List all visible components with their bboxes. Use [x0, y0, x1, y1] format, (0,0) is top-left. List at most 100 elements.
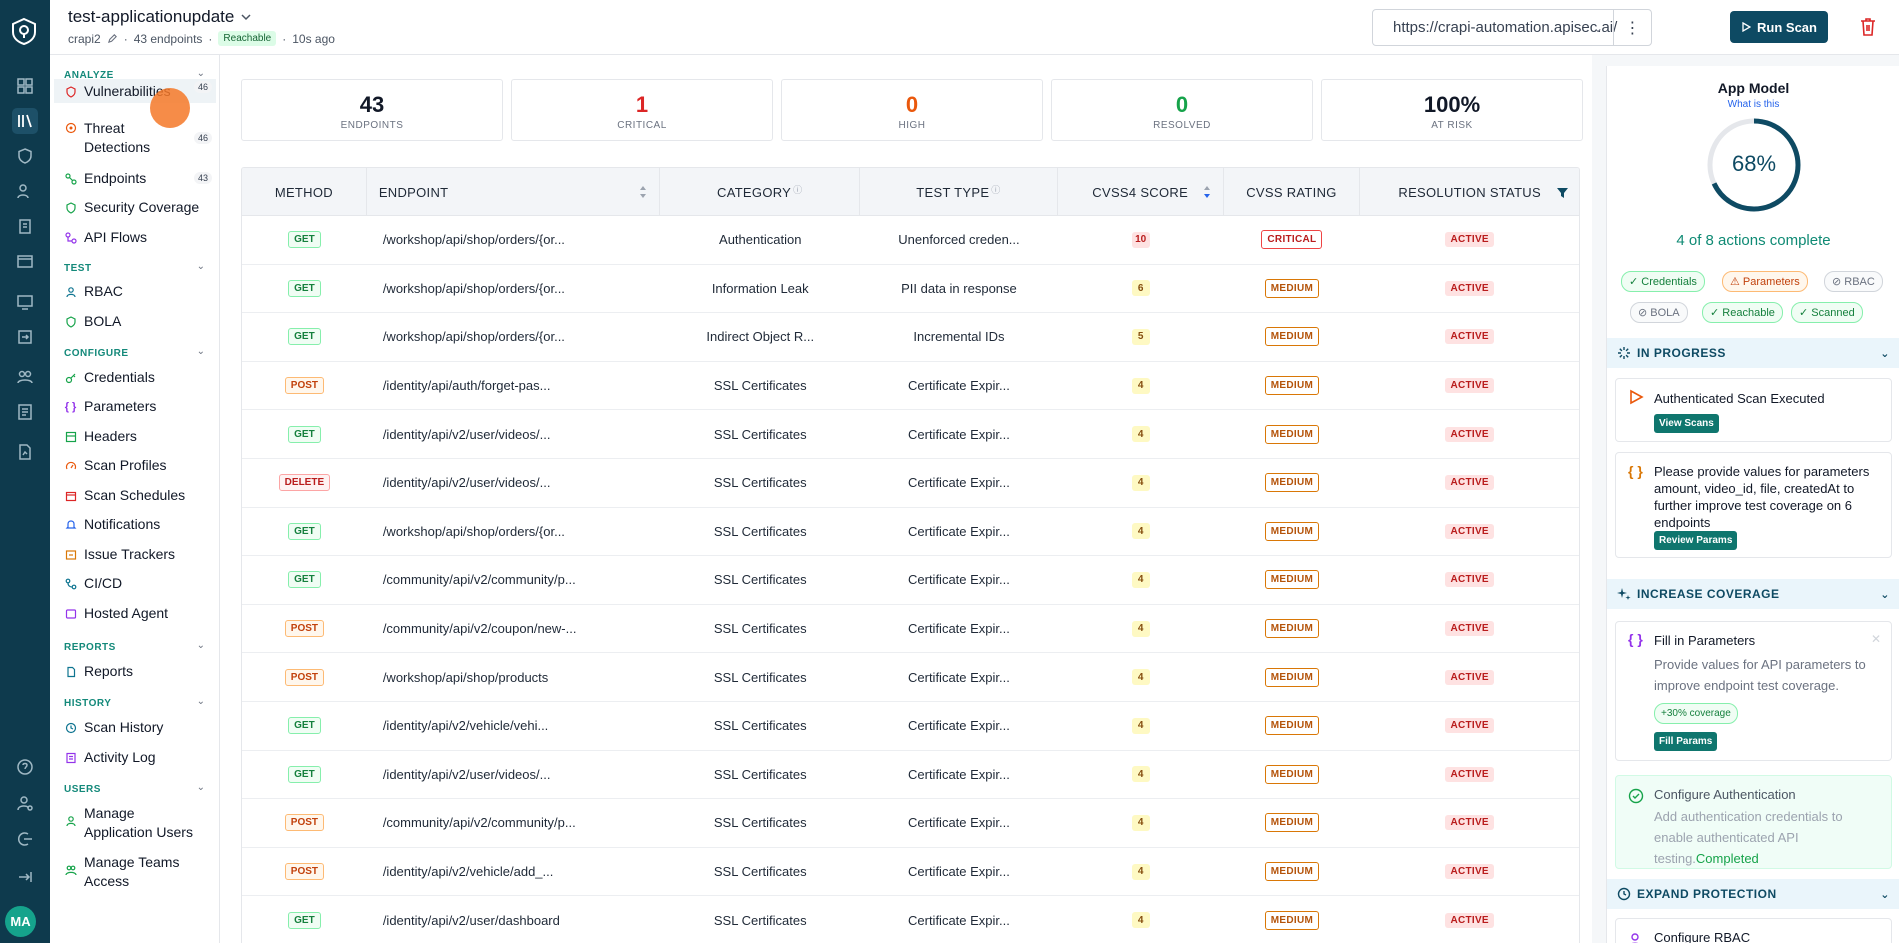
- nav-item-bola[interactable]: BOLA: [54, 313, 216, 329]
- nav-item-api-flows[interactable]: API Flows: [54, 229, 216, 245]
- col-cvss4-score[interactable]: CVSS4 SCORE: [1058, 168, 1224, 216]
- info-icon[interactable]: ⓘ: [991, 183, 1000, 196]
- nav-item-vulnerabilities[interactable]: Vulnerabilities 46: [54, 79, 216, 103]
- nav-item-credentials[interactable]: Credentials: [54, 369, 216, 385]
- chip-scanned[interactable]: ✓ Scanned: [1791, 302, 1863, 323]
- url-select[interactable]: https://crapi-automation.apisec.ai/ ⌄ ⋮: [1372, 9, 1652, 46]
- nav-item-scan-schedules[interactable]: Scan Schedules: [54, 487, 216, 503]
- table-row[interactable]: DELETE/identity/api/v2/user/videos/... SS…: [242, 459, 1579, 508]
- table-row[interactable]: GET/identity/api/v2/vehicle/vehi... SSL C…: [242, 702, 1579, 751]
- chevron-down-icon[interactable]: ⌄: [197, 782, 205, 793]
- nav-item-headers[interactable]: Headers: [54, 428, 216, 444]
- tracker-icon: [64, 548, 77, 561]
- nav-item-threat-detections[interactable]: Threat Detections 46: [54, 119, 216, 157]
- help-icon[interactable]: [12, 754, 38, 780]
- endpoint-cell: /workshop/api/shop/products: [382, 669, 549, 685]
- table-row[interactable]: POST/community/api/v2/community/p... SSL …: [242, 799, 1579, 848]
- section-in-progress[interactable]: IN PROGRESS ⌄: [1607, 338, 1899, 368]
- nav-item-endpoints[interactable]: Endpoints 43: [54, 170, 216, 186]
- shield-icon[interactable]: [12, 143, 38, 169]
- report-icon[interactable]: [12, 439, 38, 465]
- nav-item-parameters[interactable]: { } Parameters: [54, 398, 216, 414]
- app-title-dropdown[interactable]: test-applicationupdate: [68, 7, 252, 27]
- dashboard-icon[interactable]: [12, 73, 38, 99]
- review-params-button[interactable]: Review Params: [1654, 531, 1738, 550]
- table-row[interactable]: POST/identity/api/auth/forget-pas... SSL …: [242, 362, 1579, 411]
- table-row[interactable]: POST/community/api/v2/coupon/new-... SSL …: [242, 605, 1579, 654]
- chip-parameters[interactable]: ⚠ Parameters: [1722, 271, 1808, 292]
- method-badge: GET: [288, 425, 321, 443]
- nav-item-security-coverage[interactable]: Security Coverage: [54, 199, 216, 215]
- shield-check-icon: [64, 201, 77, 214]
- table-row[interactable]: GET/identity/api/v2/user/dashboard SSL Ce…: [242, 896, 1579, 943]
- table-row[interactable]: POST/identity/api/v2/vehicle/add_... SSL …: [242, 848, 1579, 897]
- view-scans-button[interactable]: View Scans: [1654, 414, 1719, 433]
- nav-item-scan-history[interactable]: Scan History: [54, 719, 216, 735]
- run-scan-button[interactable]: Run Scan: [1730, 11, 1828, 43]
- chip-credentials[interactable]: ✓ Credentials: [1621, 271, 1705, 292]
- card-fill-params: { } Fill in Parameters ✕ Provide values …: [1615, 621, 1892, 761]
- rating-badge: CRITICAL: [1261, 230, 1323, 250]
- play-icon: [1630, 389, 1644, 405]
- chevron-down-icon[interactable]: ⌄: [197, 68, 205, 79]
- sort-icon[interactable]: [639, 185, 647, 199]
- apisec-logo[interactable]: [10, 17, 38, 45]
- collapse-icon[interactable]: [12, 864, 38, 890]
- user-settings-icon[interactable]: [12, 790, 38, 816]
- what-is-this-link[interactable]: What is this: [1607, 99, 1899, 110]
- nav-item-issue-trackers[interactable]: Issue Trackers: [54, 546, 216, 562]
- pencil-icon[interactable]: [107, 33, 118, 44]
- section-increase-coverage[interactable]: INCREASE COVERAGE ⌄: [1607, 579, 1899, 609]
- col-test-type[interactable]: TEST TYPE ⓘ: [860, 168, 1058, 216]
- col-endpoint[interactable]: ENDPOINT: [367, 168, 661, 216]
- close-icon[interactable]: ✕: [1871, 632, 1881, 646]
- filter-icon[interactable]: [1556, 186, 1569, 199]
- nav-item-reports[interactable]: Reports: [54, 663, 216, 679]
- chevron-down-icon[interactable]: ⌄: [197, 261, 205, 272]
- table-row[interactable]: GET/workshop/api/shop/orders/{or... SSL C…: [242, 508, 1579, 557]
- log-icon: [64, 751, 77, 764]
- more-options-icon[interactable]: ⋮: [1613, 10, 1651, 45]
- ledger-icon[interactable]: [12, 399, 38, 425]
- logout-icon[interactable]: [12, 826, 38, 852]
- users-icon[interactable]: [12, 178, 38, 204]
- nav-item-scan-profiles[interactable]: Scan Profiles: [54, 457, 216, 473]
- nav-item-cicd[interactable]: CI/CD: [54, 575, 216, 591]
- table-row[interactable]: GET/workshop/api/shop/orders/{or... Authe…: [242, 216, 1579, 265]
- table-row[interactable]: GET/workshop/api/shop/orders/{or... Indir…: [242, 313, 1579, 362]
- nav-section-history: HISTORY: [64, 698, 112, 709]
- table-row[interactable]: POST/workshop/api/shop/products SSL Certi…: [242, 653, 1579, 702]
- clipboard-icon[interactable]: [12, 213, 38, 239]
- col-cvss-rating[interactable]: CVSS RATING: [1224, 168, 1361, 216]
- table-row[interactable]: GET/identity/api/v2/user/videos/... SSL C…: [242, 410, 1579, 459]
- chevron-down-icon[interactable]: ⌄: [197, 640, 205, 651]
- sort-desc-icon[interactable]: [1203, 185, 1211, 199]
- login-icon[interactable]: [12, 324, 38, 350]
- col-resolution-status[interactable]: RESOLUTION STATUS: [1360, 168, 1579, 216]
- table-row[interactable]: GET/workshop/api/shop/orders/{or... Infor…: [242, 265, 1579, 314]
- team-icon[interactable]: [12, 364, 38, 390]
- col-category[interactable]: CATEGORY ⓘ: [660, 168, 861, 216]
- section-expand-protection[interactable]: EXPAND PROTECTION ⌄: [1607, 879, 1899, 909]
- nav-item-hosted-agent[interactable]: Hosted Agent: [54, 605, 216, 621]
- info-icon[interactable]: ⓘ: [793, 183, 802, 196]
- applications-icon[interactable]: [12, 108, 38, 134]
- monitor-icon[interactable]: [12, 289, 38, 315]
- table-row[interactable]: GET/identity/api/v2/user/videos/... SSL C…: [242, 751, 1579, 800]
- trash-icon[interactable]: [1858, 16, 1878, 38]
- nav-item-manage-app-users[interactable]: Manage Application Users: [54, 804, 216, 842]
- table-row[interactable]: GET/community/api/v2/community/p... SSL C…: [242, 556, 1579, 605]
- chip-reachable[interactable]: ✓ Reachable: [1702, 302, 1783, 323]
- chevron-down-icon[interactable]: ⌄: [197, 696, 205, 707]
- fill-params-button[interactable]: Fill Params: [1654, 732, 1718, 751]
- nav-item-notifications[interactable]: Notifications: [54, 516, 216, 532]
- chip-rbac[interactable]: ⊘ RBAC: [1824, 271, 1883, 292]
- nav-item-rbac[interactable]: RBAC: [54, 283, 216, 299]
- user-avatar[interactable]: MA: [5, 906, 36, 937]
- col-method[interactable]: METHOD: [242, 168, 367, 216]
- chip-bola[interactable]: ⊘ BOLA: [1630, 302, 1688, 323]
- folder-icon[interactable]: [12, 248, 38, 274]
- nav-item-activity-log[interactable]: Activity Log: [54, 749, 216, 765]
- nav-item-manage-teams[interactable]: Manage Teams Access: [54, 853, 216, 891]
- chevron-down-icon[interactable]: ⌄: [197, 346, 205, 357]
